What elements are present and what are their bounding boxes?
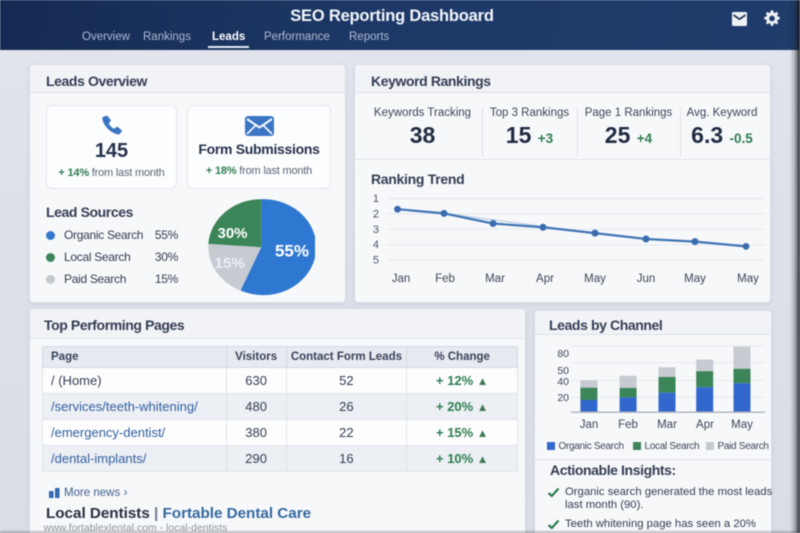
svg-text:Jan: Jan bbox=[580, 419, 599, 431]
svg-text:Jan: Jan bbox=[392, 273, 411, 285]
svg-text:Apr: Apr bbox=[536, 273, 554, 285]
svg-text:40: 40 bbox=[557, 376, 569, 388]
svg-text:1: 1 bbox=[373, 193, 379, 205]
svg-text:3: 3 bbox=[373, 224, 379, 236]
svg-text:May: May bbox=[731, 419, 753, 431]
svg-text:May: May bbox=[584, 273, 606, 285]
svg-text:5: 5 bbox=[373, 255, 379, 267]
svg-text:30%: 30% bbox=[217, 225, 247, 242]
svg-text:Jun: Jun bbox=[637, 273, 656, 285]
svg-text:Mar: Mar bbox=[485, 273, 505, 285]
svg-text:55%: 55% bbox=[275, 242, 309, 261]
svg-text:Apr: Apr bbox=[696, 419, 714, 431]
svg-text:4: 4 bbox=[373, 239, 379, 251]
svg-text:80: 80 bbox=[557, 348, 569, 360]
svg-text:May: May bbox=[684, 273, 706, 285]
svg-text:Feb: Feb bbox=[618, 419, 638, 431]
svg-text:50: 50 bbox=[557, 365, 569, 377]
svg-text:May: May bbox=[737, 273, 759, 285]
svg-text:Feb: Feb bbox=[435, 273, 455, 285]
svg-text:Mar: Mar bbox=[657, 419, 677, 431]
svg-text:2: 2 bbox=[373, 208, 379, 220]
svg-text:15%: 15% bbox=[215, 255, 245, 272]
svg-text:20: 20 bbox=[557, 392, 569, 404]
